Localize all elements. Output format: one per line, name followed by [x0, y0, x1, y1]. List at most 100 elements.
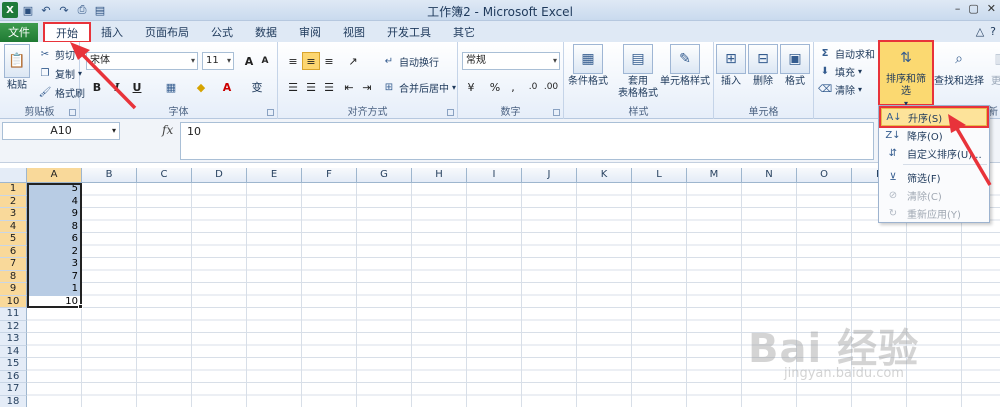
sort-menu-item[interactable]: ⇵ 自定义排序(U)...	[881, 144, 987, 162]
cell-a6[interactable]: 2	[27, 245, 81, 258]
tab-3[interactable]: 公式	[200, 23, 244, 42]
row-header[interactable]: 14	[0, 345, 27, 358]
underline-button[interactable]: U	[128, 78, 146, 96]
copy-button[interactable]: ❐ 复制 ▾	[38, 64, 83, 82]
cell-a7[interactable]: 3	[27, 258, 81, 271]
tab-4[interactable]: 数据	[244, 23, 288, 42]
clear-button[interactable]: ⌫ 清除 ▾	[818, 80, 862, 98]
fill-handle[interactable]	[78, 304, 83, 309]
format-painter-button[interactable]: 🖌 格式刷	[38, 83, 85, 101]
maximize-button[interactable]: ▢	[968, 2, 978, 15]
cell-styles-button[interactable]: ✎ 单元格样式	[660, 44, 710, 88]
column-header[interactable]: A	[27, 168, 82, 183]
column-header[interactable]: I	[467, 168, 522, 183]
number-format-combo[interactable]: 常规 ▾	[462, 52, 560, 70]
cell-a1[interactable]: 5	[27, 183, 81, 196]
cell-a9[interactable]: 1	[27, 283, 81, 296]
font-color-icon[interactable]: A	[218, 78, 236, 96]
paste-button[interactable]: 📋 粘贴	[4, 44, 30, 92]
column-header[interactable]: O	[797, 168, 852, 183]
cut-button[interactable]: ✂ 剪切	[38, 45, 75, 63]
row-header[interactable]: 17	[0, 383, 27, 396]
column-header[interactable]: F	[302, 168, 357, 183]
fill-color-icon[interactable]: ◆	[192, 78, 210, 96]
format-cells-button[interactable]: ▣ 格式	[780, 44, 810, 88]
format-as-table-button[interactable]: ▤ 套用 表格格式	[618, 44, 658, 100]
tab-file[interactable]: 文件	[0, 23, 38, 42]
minimize-button[interactable]: –	[955, 2, 961, 15]
tab-6[interactable]: 视图	[332, 23, 376, 42]
row-header[interactable]: 7	[0, 258, 27, 271]
row-header[interactable]: 13	[0, 333, 27, 346]
select-all-corner[interactable]	[0, 168, 27, 183]
row-header[interactable]: 8	[0, 270, 27, 283]
font-size-combo[interactable]: 11 ▾	[202, 52, 234, 70]
sort-filter-button[interactable]: ⇅ 排序和筛选 ▾	[878, 40, 934, 108]
column-header[interactable]: J	[522, 168, 577, 183]
decrease-indent-icon[interactable]: ⇤	[340, 78, 358, 96]
row-header[interactable]: 18	[0, 395, 27, 407]
formula-input[interactable]: 10	[180, 122, 874, 160]
collapse-ribbon-icon[interactable]: △	[976, 25, 984, 38]
column-header[interactable]: E	[247, 168, 302, 183]
row-header[interactable]: 12	[0, 320, 27, 333]
row-header[interactable]: 6	[0, 245, 27, 258]
change-button[interactable]: ▥ 更改	[986, 44, 1000, 88]
merge-center-button[interactable]: ⊞ 合并后居中 ▾	[382, 78, 456, 96]
cell-a8[interactable]: 7	[27, 270, 81, 283]
column-header[interactable]: N	[742, 168, 797, 183]
row-header[interactable]: 10	[0, 295, 27, 308]
alignment-launcher-icon[interactable]	[447, 109, 454, 116]
align-top-icon[interactable]: ≡	[284, 52, 302, 70]
wrap-text-button[interactable]: ↵ 自动换行	[382, 52, 439, 70]
column-header[interactable]: C	[137, 168, 192, 183]
row-header[interactable]: 3	[0, 208, 27, 221]
delete-cells-button[interactable]: ⊟ 删除	[748, 44, 778, 88]
row-header[interactable]: 15	[0, 358, 27, 371]
number-launcher-icon[interactable]	[553, 109, 560, 116]
insert-function-icon[interactable]: fx	[162, 123, 173, 137]
row-header[interactable]: 4	[0, 220, 27, 233]
align-middle-icon[interactable]: ≡	[302, 52, 320, 70]
tab-2[interactable]: 页面布局	[134, 23, 200, 42]
sort-menu-item[interactable]: A↓ 升序(S)	[879, 106, 989, 128]
cell-a3[interactable]: 9	[27, 208, 81, 221]
border-icon[interactable]: ▦	[162, 78, 180, 96]
tab-5[interactable]: 审阅	[288, 23, 332, 42]
row-header[interactable]: 5	[0, 233, 27, 246]
close-button[interactable]: ✕	[987, 2, 996, 15]
cell-a4[interactable]: 8	[27, 220, 81, 233]
insert-cells-button[interactable]: ⊞ 插入	[716, 44, 746, 88]
name-box[interactable]: A10 ▾	[2, 122, 120, 140]
italic-button[interactable]: I	[108, 78, 126, 96]
column-header[interactable]: K	[577, 168, 632, 183]
find-select-button[interactable]: ⌕ 查找和选择	[934, 44, 984, 88]
tab-0[interactable]: 开始	[43, 22, 91, 43]
help-icon[interactable]: ?	[990, 25, 996, 38]
align-right-icon[interactable]: ☰	[320, 78, 338, 96]
tab-7[interactable]: 开发工具	[376, 23, 442, 42]
align-left-icon[interactable]: ☰	[284, 78, 302, 96]
phonetic-button[interactable]: 变	[248, 78, 266, 96]
sort-menu-item[interactable]: Z↓ 降序(O)	[881, 126, 987, 144]
sort-menu-item[interactable]: ⊻ 筛选(F)	[881, 168, 987, 186]
currency-icon[interactable]: ¥	[462, 78, 480, 96]
increase-indent-icon[interactable]: ⇥	[358, 78, 376, 96]
bold-button[interactable]: B	[88, 78, 106, 96]
row-header[interactable]: 9	[0, 283, 27, 296]
row-header[interactable]: 11	[0, 308, 27, 321]
cell-a2[interactable]: 4	[27, 195, 81, 208]
percent-button[interactable]: %	[486, 78, 504, 96]
column-header[interactable]: H	[412, 168, 467, 183]
row-header[interactable]: 16	[0, 370, 27, 383]
increase-decimal-icon[interactable]: .0	[524, 78, 542, 96]
shrink-font-button[interactable]: A	[256, 52, 274, 70]
font-launcher-icon[interactable]	[267, 109, 274, 116]
row-header[interactable]: 2	[0, 195, 27, 208]
column-header[interactable]: L	[632, 168, 687, 183]
comma-button[interactable]: ,	[504, 78, 522, 96]
orientation-icon[interactable]: ↗	[344, 52, 362, 70]
fill-button[interactable]: ⬇ 填充 ▾	[818, 62, 862, 80]
cell-a5[interactable]: 6	[27, 233, 81, 246]
font-name-combo[interactable]: 宋体 ▾	[86, 52, 198, 70]
